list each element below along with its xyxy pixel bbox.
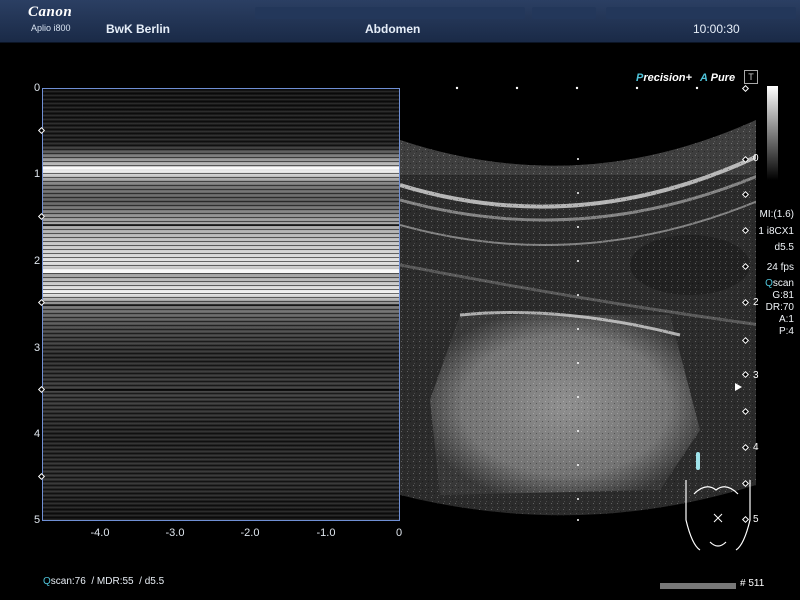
exam-preset-label[interactable]: Abdomen xyxy=(365,22,420,36)
depth-label: 4 xyxy=(34,428,41,440)
apure-label: A Pure xyxy=(700,72,736,84)
time-label: -2.0 xyxy=(240,527,260,539)
footer-parameters: Qscan:76 / MDR:55 / d5.5 xyxy=(43,576,165,587)
lateral-scale-dots xyxy=(455,86,699,90)
depth-label: 3 xyxy=(34,342,41,354)
focus-marker-icon[interactable] xyxy=(735,383,742,391)
clock: 10:00:30 xyxy=(693,22,740,36)
header-field-bar xyxy=(606,7,796,19)
depth-label: 5 xyxy=(34,514,41,526)
gray-scale-bar xyxy=(767,86,778,180)
m-mode-trace xyxy=(43,89,399,520)
gain-value: G:81 xyxy=(772,290,794,301)
probe-label: 1 i8CX1 xyxy=(758,226,794,237)
time-label: -4.0 xyxy=(90,527,110,539)
qscan-label: Qscan xyxy=(765,278,794,289)
depth-tick-marker xyxy=(741,84,750,93)
time-label: -3.0 xyxy=(165,527,185,539)
depth-label: 2 xyxy=(34,255,41,267)
m-mode-panel xyxy=(42,88,400,521)
header-field-bar xyxy=(255,7,525,19)
depth-label: 1 xyxy=(34,168,41,180)
site-label: BwK Berlin xyxy=(106,22,171,36)
cine-frame-bar[interactable] xyxy=(660,583,736,589)
depth-value: d5.5 xyxy=(774,242,794,253)
header-field-bar xyxy=(532,7,596,19)
body-mark-icon[interactable] xyxy=(680,450,760,560)
time-label: -1.0 xyxy=(316,527,336,539)
p-value: P:4 xyxy=(778,326,794,337)
precision-plus-label: Precision+ xyxy=(636,72,692,84)
header-bar: Canon Aplio i800 BwK Berlin Abdomen 10:0… xyxy=(0,0,800,43)
depth-label: 3 xyxy=(753,370,759,381)
a-value: A:1 xyxy=(778,314,794,325)
mi-value: MI:(1.6) xyxy=(759,209,794,220)
depth-label: 0 xyxy=(753,153,759,164)
brand-logo: Canon xyxy=(28,4,73,20)
frame-rate: 24 fps xyxy=(766,262,794,273)
model-label: Aplio i800 xyxy=(31,23,71,33)
depth-label: 0 xyxy=(34,82,41,94)
probe-icon[interactable]: T xyxy=(744,70,758,84)
frame-number: # 511 xyxy=(740,578,765,589)
dynamic-range-value: DR:70 xyxy=(765,302,794,313)
